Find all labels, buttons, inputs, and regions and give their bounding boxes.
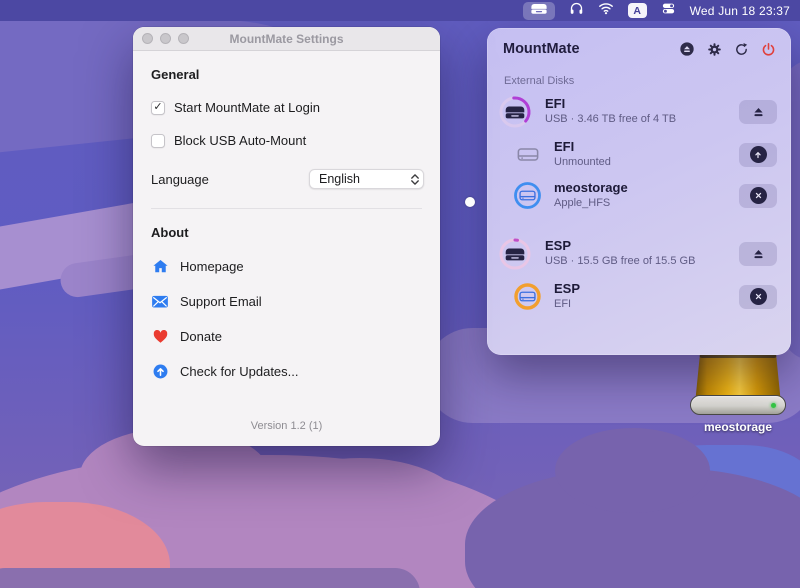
language-dropdown[interactable]: English — [309, 169, 424, 189]
control-center-icon — [661, 1, 676, 21]
disk-icon-blue-ring — [513, 181, 542, 210]
language-row: Language English — [151, 169, 424, 189]
house-icon — [151, 257, 169, 275]
power-quit-icon[interactable] — [760, 41, 776, 57]
donate-label: Donate — [180, 329, 222, 344]
cloud-shape — [555, 428, 710, 513]
disk-icon-pink-ring — [498, 237, 532, 271]
disk-row-esp[interactable]: ESP USB · 15.5 GB free of 15.5 GB — [487, 231, 791, 276]
chevron-up-down-icon — [411, 174, 419, 185]
disk-name: EFI — [545, 96, 676, 112]
general-heading: General — [151, 67, 424, 82]
heart-icon — [151, 327, 169, 345]
support-email-link[interactable]: Support Email — [151, 292, 424, 310]
section-divider — [151, 208, 422, 209]
disk-detail: Unmounted — [554, 155, 611, 169]
external-disks-label: External Disks — [504, 75, 791, 87]
language-value: English — [319, 172, 360, 186]
check-updates-link[interactable]: Check for Updates... — [151, 362, 424, 380]
block-usb-checkbox[interactable] — [151, 134, 165, 148]
login-checkbox[interactable]: ✓ — [151, 101, 165, 115]
envelope-icon — [151, 292, 169, 310]
block-usb-checkbox-row[interactable]: Block USB Auto-Mount — [151, 133, 424, 148]
drive-label: meostorage — [683, 420, 793, 434]
block-usb-checkbox-label: Block USB Auto-Mount — [174, 133, 306, 148]
mountmate-drive-icon — [530, 2, 548, 20]
homepage-label: Homepage — [180, 259, 244, 274]
disk-icon-purple-ring — [498, 95, 532, 129]
mount-button[interactable] — [739, 143, 777, 167]
about-heading: About — [151, 225, 424, 240]
headphones-icon — [569, 1, 584, 21]
menubar-wifi-item[interactable] — [598, 2, 614, 19]
disk-detail: Apple_HFS — [554, 196, 628, 210]
cloud-shape — [255, 458, 465, 563]
settings-window: MountMate Settings General ✓ Start Mount… — [133, 27, 440, 446]
drive-bezel — [690, 395, 786, 415]
disk-row-meostorage[interactable]: meostorage Apple_HFS — [502, 175, 791, 216]
menubar-input-source-item[interactable]: A — [628, 2, 647, 19]
window-titlebar[interactable]: MountMate Settings — [133, 27, 440, 51]
cloud-shape — [0, 568, 420, 588]
disk-name: ESP — [554, 281, 580, 297]
login-checkbox-row[interactable]: ✓ Start MountMate at Login — [151, 100, 424, 115]
version-text: Version 1.2 (1) — [133, 420, 440, 432]
disk-detail: USB · 3.46 TB free of 4 TB — [545, 112, 676, 126]
desktop: A Wed Jun 18 23:37 MountMate — [0, 0, 800, 588]
language-label: Language — [151, 172, 209, 187]
disk-detail: USB · 15.5 GB free of 15.5 GB — [545, 254, 695, 268]
mount-arrow-icon — [750, 146, 767, 163]
login-checkbox-label: Start MountMate at Login — [174, 100, 320, 115]
menubar-headphones-item[interactable] — [569, 2, 584, 19]
disk-row-esp-efi[interactable]: ESP EFI — [502, 276, 791, 317]
disk-icon-unmounted — [513, 140, 542, 169]
unmount-button[interactable] — [739, 285, 777, 309]
disk-row-efi[interactable]: EFI USB · 3.46 TB free of 4 TB — [487, 89, 791, 134]
update-circle-icon — [151, 362, 169, 380]
desktop-drive-icon[interactable]: meostorage — [683, 352, 793, 434]
window-title: MountMate Settings — [133, 32, 440, 46]
settings-body: General ✓ Start MountMate at Login Block… — [133, 51, 440, 445]
eject-button[interactable] — [739, 100, 777, 124]
mountmate-panel: MountMate — [487, 28, 791, 355]
menu-bar: A Wed Jun 18 23:37 — [0, 0, 800, 21]
refresh-icon[interactable] — [733, 41, 749, 57]
disk-name: EFI — [554, 139, 611, 155]
unmount-button[interactable] — [739, 184, 777, 208]
disk-name: meostorage — [554, 180, 628, 196]
donate-link[interactable]: Donate — [151, 327, 424, 345]
panel-header: MountMate — [487, 28, 791, 61]
support-email-label: Support Email — [180, 294, 262, 309]
unmount-x-icon — [750, 288, 767, 305]
disk-detail: EFI — [554, 297, 580, 311]
eject-all-icon[interactable] — [679, 41, 695, 57]
unmount-x-icon — [750, 187, 767, 204]
settings-gear-icon[interactable] — [706, 41, 722, 57]
menubar-control-center-item[interactable] — [661, 2, 676, 19]
cursor-dot — [465, 197, 475, 207]
check-updates-label: Check for Updates... — [180, 364, 299, 379]
eject-button[interactable] — [739, 242, 777, 266]
menubar-mountmate-item[interactable] — [523, 2, 555, 20]
panel-title: MountMate — [503, 41, 580, 57]
disk-name: ESP — [545, 238, 695, 254]
disk-icon-orange-ring — [513, 282, 542, 311]
drive-led — [771, 403, 776, 408]
disk-row-efi-unmounted[interactable]: EFI Unmounted — [502, 134, 791, 175]
homepage-link[interactable]: Homepage — [151, 257, 424, 275]
wifi-icon — [598, 2, 614, 20]
input-source-badge: A — [628, 3, 647, 18]
menubar-clock[interactable]: Wed Jun 18 23:37 — [690, 4, 790, 18]
